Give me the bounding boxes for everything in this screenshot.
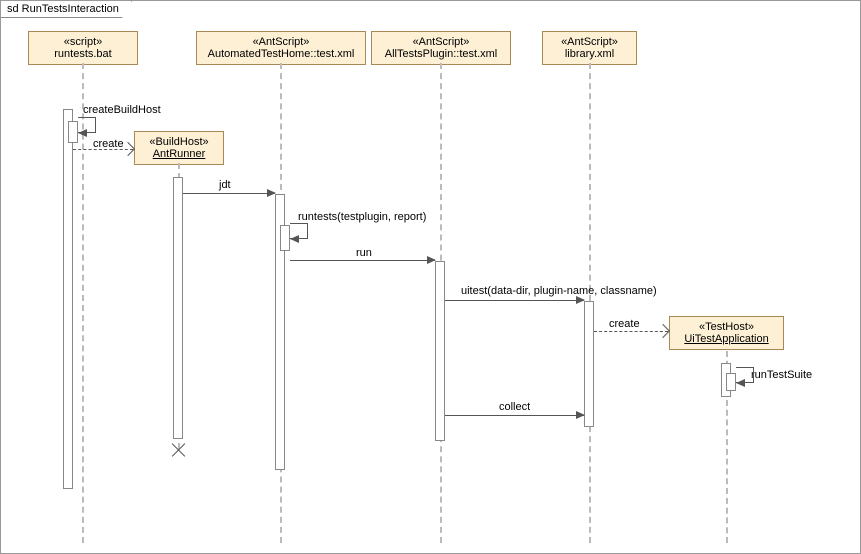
- frame-title-tab: sd RunTestsInteraction: [1, 1, 132, 18]
- stereotype: «AntScript»: [380, 36, 502, 48]
- lifeline-automatedtesthome: «AntScript» AutomatedTestHome::test.xml: [196, 31, 366, 65]
- open-arrow-head-icon: [656, 324, 670, 338]
- lifeline-runtests: «script» runtests.bat: [28, 31, 138, 65]
- lifeline-alltestsplugin: «AntScript» AllTestsPlugin::test.xml: [371, 31, 511, 65]
- activation-bar: [435, 261, 445, 441]
- message-label: runTestSuite: [751, 369, 812, 381]
- lifeline-antrunner: «BuildHost» AntRunner: [134, 131, 224, 165]
- stereotype: «TestHost»: [678, 321, 775, 333]
- arrow-head-icon: [576, 296, 585, 304]
- destroy-icon: [172, 443, 186, 457]
- activation-bar: [68, 121, 78, 143]
- activation-bar: [63, 109, 73, 489]
- message-label: create: [609, 318, 640, 330]
- lifeline-uitestapplication: «TestHost» UiTestApplication: [669, 316, 784, 350]
- message-arrow: [183, 193, 275, 194]
- message-arrow: [445, 300, 584, 301]
- lifeline-name: AutomatedTestHome::test.xml: [205, 48, 357, 60]
- stereotype: «script»: [37, 36, 129, 48]
- arrow-head-icon: [290, 235, 299, 243]
- message-label: collect: [499, 401, 530, 413]
- message-label: uitest(data-dir, plugin-name, classname): [461, 285, 657, 297]
- message-arrow: [445, 415, 584, 416]
- activation-bar: [584, 301, 594, 427]
- lifeline-name: AntRunner: [143, 148, 215, 160]
- stereotype: «AntScript»: [205, 36, 357, 48]
- sequence-diagram-frame: sd RunTestsInteraction «script» runtests…: [0, 0, 861, 554]
- arrow-head-icon: [576, 411, 585, 419]
- arrow-head-icon: [736, 379, 745, 387]
- stereotype: «BuildHost»: [143, 136, 215, 148]
- arrow-head-icon: [78, 129, 87, 137]
- stereotype: «AntScript»: [551, 36, 628, 48]
- activation-bar: [726, 373, 736, 391]
- message-label: run: [356, 247, 372, 259]
- message-arrow: [290, 260, 435, 261]
- arrow-head-icon: [427, 256, 436, 264]
- frame-title: sd RunTestsInteraction: [7, 3, 119, 15]
- message-label: runtests(testplugin, report): [298, 211, 426, 223]
- lifeline-name: AllTestsPlugin::test.xml: [380, 48, 502, 60]
- message-label: jdt: [219, 179, 231, 191]
- activation-bar: [173, 177, 183, 439]
- lifeline-name: runtests.bat: [37, 48, 129, 60]
- arrow-head-icon: [267, 189, 276, 197]
- lifeline-name: library.xml: [551, 48, 628, 60]
- lifeline-library: «AntScript» library.xml: [542, 31, 637, 65]
- activation-bar: [280, 225, 290, 251]
- message-label: createBuildHost: [83, 104, 161, 116]
- lifeline-name: UiTestApplication: [678, 333, 775, 345]
